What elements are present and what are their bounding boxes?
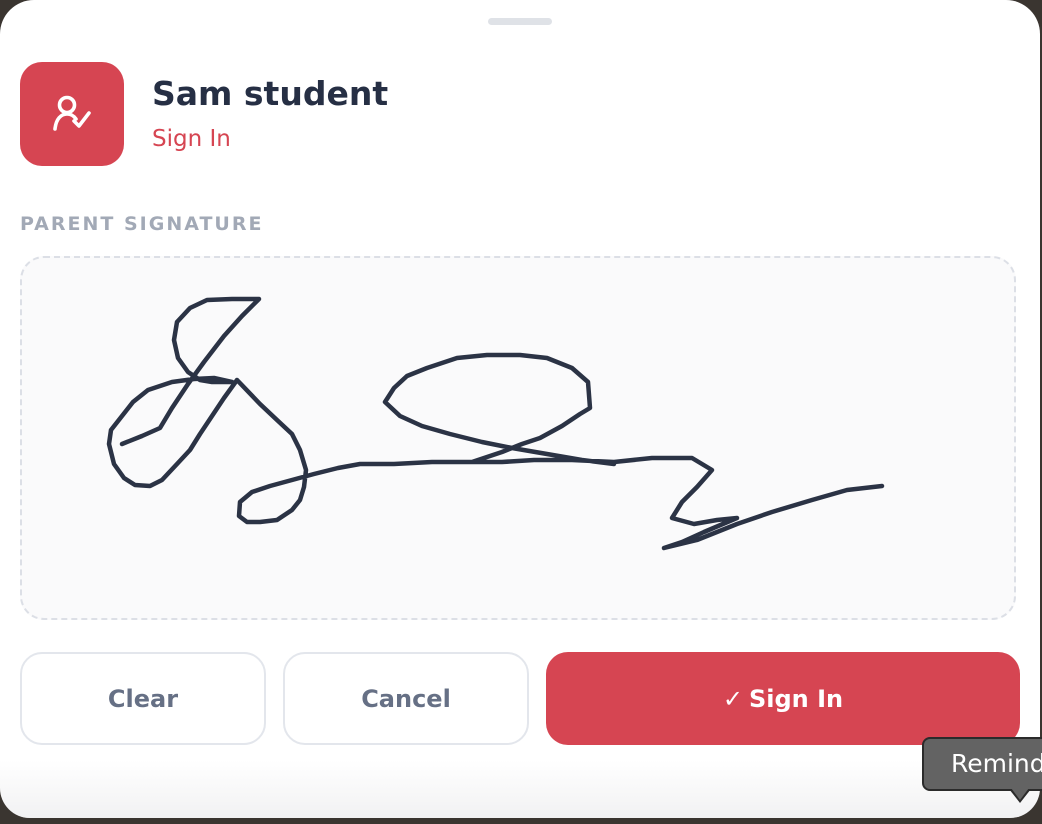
- action-subtitle: Sign In: [152, 126, 231, 152]
- cancel-button[interactable]: Cancel: [283, 652, 529, 745]
- clear-button[interactable]: Clear: [20, 652, 266, 745]
- sign-in-button[interactable]: ✓ Sign In: [546, 652, 1020, 745]
- avatar: [20, 62, 124, 166]
- bottom-shadow: [0, 760, 1040, 818]
- sign-in-button-label: Sign In: [748, 684, 844, 713]
- signature-section-label: PARENT SIGNATURE: [20, 213, 264, 235]
- signature-pad[interactable]: [20, 256, 1016, 620]
- remind-tooltip: Remind: [922, 737, 1042, 791]
- sign-in-sheet: Sam student Sign In PARENT SIGNATURE Cle…: [0, 0, 1040, 818]
- drag-handle[interactable]: [488, 18, 552, 25]
- student-name: Sam student: [152, 74, 389, 113]
- user-check-icon: [50, 92, 94, 136]
- cancel-button-label: Cancel: [361, 684, 451, 713]
- signature-stroke: [106, 296, 885, 551]
- remind-tooltip-text: Remind: [951, 749, 1042, 778]
- clear-button-label: Clear: [107, 684, 179, 713]
- check-icon: ✓: [722, 684, 743, 713]
- tooltip-pointer-fill: [1011, 788, 1029, 800]
